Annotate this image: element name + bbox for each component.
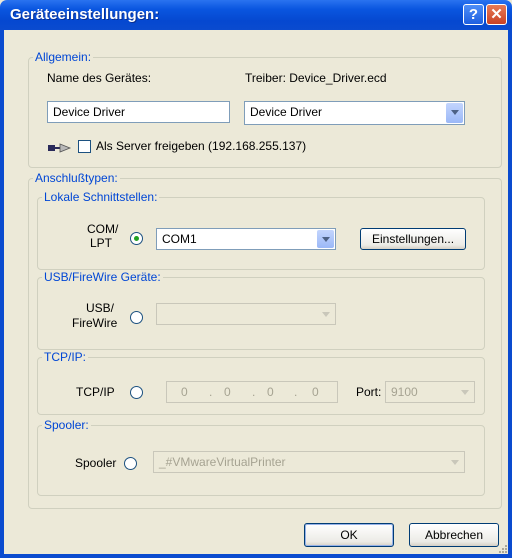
server-checkbox[interactable] <box>78 140 91 153</box>
spooler-value: _#VMwareVirtualPrinter <box>159 455 286 469</box>
usb-label-line1: USB/ <box>86 301 115 315</box>
cancel-button[interactable]: Abbrechen <box>409 523 499 547</box>
device-name-input[interactable]: Device Driver <box>47 101 230 123</box>
settings-button[interactable]: Einstellungen... <box>360 228 466 250</box>
ip-dot-2: . <box>252 385 256 399</box>
spooler-select[interactable]: _#VMwareVirtualPrinter <box>153 451 465 473</box>
network-plug-icon <box>48 142 72 153</box>
ip-octet-2: 0 <box>224 385 231 399</box>
chevron-down-icon[interactable] <box>456 383 473 401</box>
group-usb-legend: USB/FireWire Geräte: <box>44 270 161 284</box>
driver-select[interactable]: Device Driver <box>244 101 465 125</box>
ip-octet-3: 0 <box>267 385 274 399</box>
ip-octet-4: 0 <box>312 385 319 399</box>
com-port-value: COM1 <box>162 232 197 246</box>
driver-label: Treiber: Device_Driver.ecd <box>245 71 387 85</box>
device-name-label: Name des Gerätes: <box>47 71 152 85</box>
com-lpt-label-line2: LPT <box>90 236 113 250</box>
com-port-select[interactable]: COM1 <box>156 228 336 250</box>
spooler-label: Spooler <box>75 456 117 470</box>
port-value: 9100 <box>391 385 418 399</box>
port-select[interactable]: 9100 <box>385 381 475 403</box>
window-title: Geräteeinstellungen: <box>10 6 160 23</box>
group-anschluss-legend: Anschlußtypen: <box>35 171 118 185</box>
usb-device-select[interactable] <box>156 303 336 325</box>
usb-label-line2: FireWire <box>72 316 118 330</box>
close-button[interactable]: ✕ <box>486 4 507 25</box>
help-button[interactable]: ? <box>463 4 484 25</box>
chevron-down-icon[interactable] <box>317 230 334 248</box>
ip-address-field[interactable]: 0 . 0 . 0 . 0 <box>166 381 338 403</box>
tcpip-label: TCP/IP <box>76 385 115 399</box>
ok-button[interactable]: OK <box>304 523 394 547</box>
radio-tcpip[interactable] <box>130 386 143 399</box>
chevron-down-icon[interactable] <box>317 305 334 323</box>
resize-grip-icon[interactable] <box>496 542 508 554</box>
radio-spooler[interactable] <box>124 457 137 470</box>
port-label: Port: <box>356 385 382 399</box>
group-lokale-legend: Lokale Schnittstellen: <box>44 190 158 204</box>
radio-usb[interactable] <box>130 311 143 324</box>
group-tcpip-legend: TCP/IP: <box>44 350 87 364</box>
driver-select-value: Device Driver <box>250 105 323 119</box>
ip-octet-1: 0 <box>181 385 188 399</box>
ip-dot-3: . <box>294 385 298 399</box>
group-spooler-legend: Spooler: <box>44 418 89 432</box>
group-allgemein-legend: Allgemein: <box>35 50 92 64</box>
server-checkbox-label: Als Server freigeben (192.168.255.137) <box>96 139 307 153</box>
radio-com-lpt[interactable] <box>130 232 143 245</box>
chevron-down-icon[interactable] <box>446 103 463 123</box>
ip-dot-1: . <box>209 385 213 399</box>
chevron-down-icon[interactable] <box>446 453 463 471</box>
com-lpt-label-line1: COM/ <box>87 222 119 236</box>
